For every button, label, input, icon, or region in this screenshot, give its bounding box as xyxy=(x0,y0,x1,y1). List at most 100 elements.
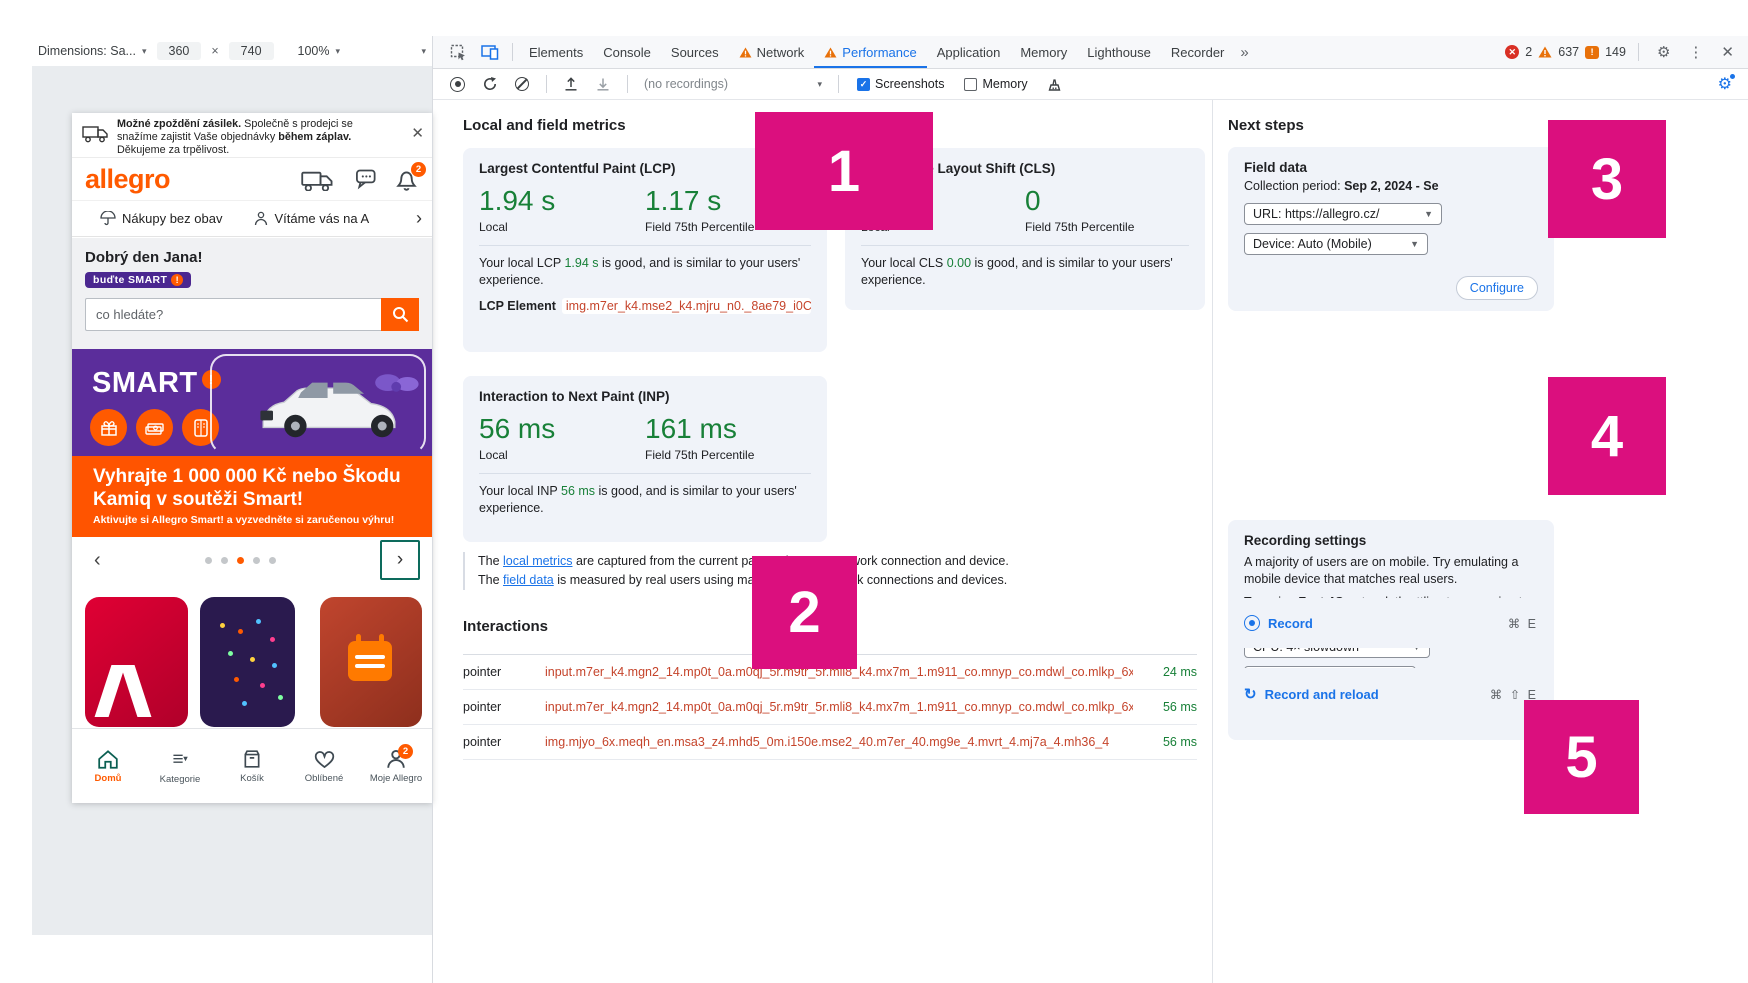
chevron-right-icon[interactable]: › xyxy=(416,208,422,229)
device-toolbar-toggle-icon[interactable] xyxy=(474,45,506,60)
carousel-next-button[interactable]: › xyxy=(380,540,420,580)
smart-promo-banner-top[interactable]: SMART ! xyxy=(72,349,432,456)
save-profile-icon[interactable] xyxy=(589,77,617,91)
table-row[interactable]: pointer input.m7er_k4.mgn2_14.mp0t_0a.m0… xyxy=(463,690,1197,725)
record-button[interactable] xyxy=(443,77,472,92)
recording-settings-title: Recording settings xyxy=(1244,533,1538,548)
smart-promo-banner-bottom[interactable]: Vyhrajte 1 000 000 Kč nebo Škodu Kamiq v… xyxy=(72,456,432,537)
record-and-reload-card[interactable]: ↻ Record and reload ⌘ ⇧ E xyxy=(1228,668,1554,720)
next-steps-heading: Next steps xyxy=(1228,117,1304,134)
promo-tile-confetti[interactable] xyxy=(200,597,295,727)
record-card[interactable]: Record ⌘ E xyxy=(1228,598,1554,648)
tab-memory[interactable]: Memory xyxy=(1010,36,1077,68)
devtools-tabbar: Elements Console Sources Network Perform… xyxy=(433,36,1748,69)
memory-checkbox[interactable]: Memory xyxy=(964,77,1027,91)
nav-item-cart[interactable]: Košík xyxy=(216,749,288,784)
capture-settings-gear-icon[interactable]: ⚙ xyxy=(1718,74,1738,94)
carousel-dot[interactable] xyxy=(269,557,276,564)
tab-application[interactable]: Application xyxy=(927,36,1011,68)
tab-recorder[interactable]: Recorder xyxy=(1161,36,1234,68)
allegro-header: allegro 2 xyxy=(72,159,432,200)
interaction-type: pointer xyxy=(463,665,545,679)
search-input[interactable] xyxy=(85,298,381,331)
interaction-node-link[interactable]: img.mjyo_6x.meqh_en.msa3_z4.mhd5_0m.i150… xyxy=(545,735,1133,749)
warning-count-icon[interactable] xyxy=(1538,46,1552,58)
local-metrics-link[interactable]: local metrics xyxy=(503,554,572,568)
carousel-dot[interactable] xyxy=(205,557,212,564)
allegro-subnav: Nákupy bez obav Vítáme vás na A › xyxy=(72,200,432,237)
chevron-down-icon: ▼ xyxy=(1410,239,1419,249)
viewport-width-input[interactable]: 360 xyxy=(157,42,202,60)
promo-tile-red[interactable] xyxy=(85,597,188,727)
tab-elements[interactable]: Elements xyxy=(519,36,593,68)
search-button[interactable] xyxy=(381,298,419,331)
messages-icon[interactable] xyxy=(351,168,377,192)
multiply-icon: × xyxy=(211,44,218,58)
more-tabs-icon[interactable]: » xyxy=(1234,44,1254,61)
categories-menu-icon: ≡▾ xyxy=(172,749,187,770)
record-label[interactable]: Record xyxy=(1268,616,1313,631)
tab-performance[interactable]: Performance xyxy=(814,36,926,68)
zoom-select[interactable]: 100% ▾ xyxy=(298,44,341,58)
settings-gear-icon[interactable]: ⚙ xyxy=(1651,43,1676,61)
dimensions-select[interactable]: Dimensions: Sa... ▾ xyxy=(38,44,147,58)
devtools-divider[interactable] xyxy=(432,36,433,983)
close-devtools-icon[interactable]: ✕ xyxy=(1715,43,1740,61)
nav-item-profile[interactable]: 2 Moje Allegro xyxy=(360,749,432,784)
kebab-menu-icon[interactable]: ⋮ xyxy=(1682,43,1709,61)
carousel-dot[interactable] xyxy=(221,557,228,564)
issues-icon[interactable]: ! xyxy=(1585,46,1599,59)
bottom-navigation: Domů ≡▾ Kategorie Košík Oblíbené xyxy=(72,728,432,803)
error-count-icon[interactable]: ✕ xyxy=(1505,45,1519,59)
recordings-select[interactable]: (no recordings) ▾ xyxy=(638,75,828,93)
load-profile-icon[interactable] xyxy=(557,77,585,91)
clear-icon[interactable] xyxy=(508,77,536,91)
screenshots-checkbox[interactable]: ✓ Screenshots xyxy=(857,77,944,91)
field-label: Field 75th Percentile xyxy=(1025,220,1189,234)
viewport-height-input[interactable]: 740 xyxy=(229,42,274,60)
local-label: Local xyxy=(479,448,645,462)
nav-item-home[interactable]: Domů xyxy=(72,749,144,784)
delivery-icon[interactable] xyxy=(301,169,334,191)
device-select[interactable]: Device: Auto (Mobile) ▼ xyxy=(1244,233,1428,255)
carousel-dot[interactable] xyxy=(253,557,260,564)
allegro-logo[interactable]: allegro xyxy=(85,164,170,195)
tab-network[interactable]: Network xyxy=(729,36,815,68)
interaction-node-link[interactable]: input.m7er_k4.mgn2_14.mp0t_0a.m0qj_5r.m9… xyxy=(545,700,1133,714)
smart-logo: SMART ! xyxy=(92,367,221,400)
carousel-dot-active[interactable] xyxy=(237,557,244,564)
greeting-text: Dobrý den Jana! xyxy=(85,249,419,266)
annotation-4: 4 xyxy=(1548,377,1666,495)
field-data-link[interactable]: field data xyxy=(503,573,554,587)
recording-settings-p1: A majority of users are on mobile. Try e… xyxy=(1244,554,1538,588)
nav-item-categories[interactable]: ≡▾ Kategorie xyxy=(144,749,216,785)
nav-item-favorites[interactable]: Oblíbené xyxy=(288,750,360,784)
interaction-duration: 56 ms xyxy=(1133,700,1197,714)
lcp-local-value: 1.94 s xyxy=(479,185,645,217)
configure-button[interactable]: Configure xyxy=(1456,276,1538,300)
lcp-element-node-link[interactable]: img.m7er_k4.mse2_k4.mjru_n0._8ae79_i0CkC xyxy=(562,298,811,314)
tab-lighthouse[interactable]: Lighthouse xyxy=(1077,36,1161,68)
error-count[interactable]: 2 xyxy=(1525,45,1532,59)
inspect-element-icon[interactable] xyxy=(443,44,474,61)
promo-tile-calendar[interactable] xyxy=(320,597,422,727)
annotation-3: 3 xyxy=(1548,120,1666,238)
url-select[interactable]: URL: https://allegro.cz/ ▼ xyxy=(1244,203,1442,225)
record-and-reload-label[interactable]: Record and reload xyxy=(1265,687,1379,702)
collect-garbage-icon[interactable] xyxy=(1040,77,1069,91)
issues-count[interactable]: 149 xyxy=(1605,45,1626,59)
annotation-1: 1 xyxy=(755,112,933,230)
subnav-protection-link[interactable]: Nákupy bez obav xyxy=(100,211,222,226)
chevron-down-icon: ▾ xyxy=(336,46,341,57)
promo-subline: Aktivujte si Allegro Smart! a vyzvedněte… xyxy=(93,514,411,526)
record-and-reload-icon[interactable] xyxy=(476,77,504,91)
table-row[interactable]: pointer img.mjyo_6x.meqh_en.msa3_z4.mhd5… xyxy=(463,725,1197,760)
subnav-welcome-link[interactable]: Vítáme vás na A xyxy=(254,211,369,226)
carousel-prev-icon[interactable]: ‹ xyxy=(94,549,101,572)
smart-badge[interactable]: buďte SMART ! xyxy=(85,272,191,288)
warning-count[interactable]: 637 xyxy=(1558,45,1579,59)
tab-console[interactable]: Console xyxy=(593,36,661,68)
device-toolbar-more-icon[interactable]: ▾ xyxy=(421,46,426,57)
tab-sources[interactable]: Sources xyxy=(661,36,729,68)
close-icon[interactable]: ✕ xyxy=(411,118,424,157)
